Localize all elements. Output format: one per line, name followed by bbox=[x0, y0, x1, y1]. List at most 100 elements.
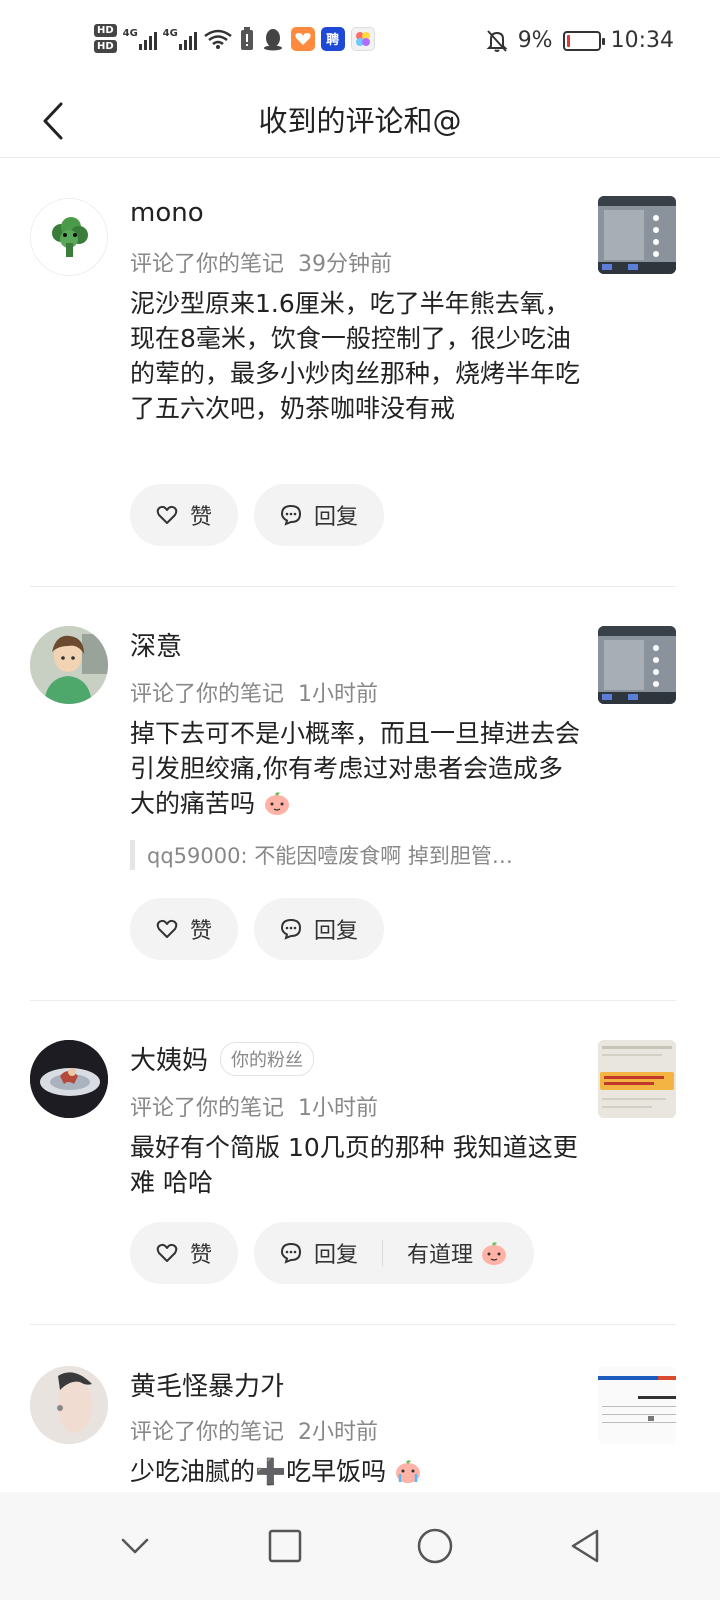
avatar[interactable] bbox=[30, 1366, 108, 1444]
note-thumbnail[interactable] bbox=[598, 1366, 676, 1444]
like-label: 赞 bbox=[190, 1243, 213, 1268]
reply-button[interactable]: 回复 bbox=[254, 898, 385, 960]
heart-icon bbox=[156, 1243, 178, 1262]
quick-reply-label: 有道理 bbox=[407, 1243, 474, 1268]
square-icon bbox=[268, 1529, 302, 1563]
nav-collapse-button[interactable] bbox=[105, 1516, 165, 1576]
status-left: HD HD 4G 4G 聘 bbox=[94, 24, 375, 53]
chevron-down-icon bbox=[121, 1538, 149, 1554]
avatar[interactable] bbox=[30, 198, 108, 276]
comment-text[interactable]: 泥沙型原来1.6厘米，吃了半年熊去氧，现在8毫米，饮食一般控制了，很少吃油的荤的… bbox=[130, 286, 580, 426]
peach-emoji-icon bbox=[482, 1242, 507, 1265]
time-text: 39分钟前 bbox=[298, 252, 393, 277]
clock: 10:34 bbox=[610, 28, 674, 53]
username[interactable]: mono bbox=[130, 198, 204, 228]
nav-recents-button[interactable] bbox=[255, 1516, 315, 1576]
divider bbox=[30, 1000, 676, 1001]
username[interactable]: 大姨妈 你的粉丝 bbox=[130, 1040, 315, 1077]
health-app-icon bbox=[290, 26, 315, 51]
username-text: 黄毛怪暴力가 bbox=[130, 1372, 284, 1402]
chat-bubble-icon bbox=[281, 504, 302, 526]
status-bar: HD HD 4G 4G 聘 9% 10:34 bbox=[0, 0, 720, 84]
reply-label: 回复 bbox=[314, 919, 359, 944]
like-button[interactable]: 赞 bbox=[130, 484, 239, 546]
circle-icon bbox=[417, 1528, 453, 1564]
comment-meta: 评论了你的笔记 2小时前 bbox=[130, 1414, 378, 1446]
quoted-comment[interactable]: qq59000: 不能因噎废食啊 掉到胆管… bbox=[130, 840, 560, 870]
signal-1-icon: 4G bbox=[123, 28, 157, 50]
comment-text-body: 掉下去可不是小概率，而且一旦掉进去会引发胆绞痛,你有考虑过对患者会造成多大的痛苦… bbox=[130, 719, 581, 818]
chat-bubble-icon bbox=[281, 918, 302, 940]
battery-icon bbox=[562, 30, 605, 51]
status-right: 9% 10:34 bbox=[486, 28, 674, 53]
reply-group: 回复 有道理 bbox=[254, 1222, 535, 1284]
top-bar: 收到的评论和@ bbox=[0, 84, 720, 158]
quick-reply-button[interactable]: 有道理 bbox=[407, 1237, 508, 1269]
wifi-icon bbox=[203, 29, 232, 49]
action-text: 评论了你的笔记 bbox=[130, 1420, 285, 1445]
heart-icon bbox=[156, 919, 178, 938]
action-row: 赞 回复 bbox=[130, 898, 385, 960]
username-text: mono bbox=[130, 198, 204, 228]
avatar[interactable] bbox=[30, 626, 108, 704]
time-text: 1小时前 bbox=[298, 1096, 379, 1121]
username-text: 深意 bbox=[130, 632, 183, 662]
heart-icon bbox=[156, 505, 178, 524]
comment-item: 深意 评论了你的笔记 1小时前 掉下去可不是小概率，而且一旦掉进去会引发胆绞痛,你… bbox=[0, 588, 720, 1002]
note-thumbnail[interactable] bbox=[598, 626, 676, 704]
username[interactable]: 深意 bbox=[130, 626, 182, 663]
reply-button[interactable]: 回复 bbox=[254, 484, 385, 546]
gallery-app-icon bbox=[350, 26, 375, 51]
note-thumbnail[interactable] bbox=[598, 196, 676, 274]
chat-bubble-icon bbox=[281, 1242, 302, 1264]
action-text: 评论了你的笔记 bbox=[130, 1096, 285, 1121]
divider bbox=[30, 586, 676, 587]
username[interactable]: 黄毛怪暴力가 bbox=[130, 1366, 284, 1403]
jobs-app-icon: 聘 bbox=[320, 26, 345, 51]
action-text: 评论了你的笔记 bbox=[130, 682, 285, 707]
crying-peach-emoji-icon bbox=[396, 1460, 421, 1483]
nav-home-button[interactable] bbox=[405, 1516, 465, 1576]
comment-text[interactable]: 掉下去可不是小概率，而且一旦掉进去会引发胆绞痛,你有考虑过对患者会造成多大的痛苦… bbox=[130, 716, 580, 821]
page-title: 收到的评论和@ bbox=[258, 104, 462, 138]
comment-item: mono 评论了你的笔记 39分钟前 泥沙型原来1.6厘米，吃了半年熊去氧，现在8… bbox=[0, 158, 720, 588]
net1-label: 4G bbox=[122, 27, 138, 39]
note-thumbnail[interactable] bbox=[598, 1040, 676, 1118]
signal-2-icon: 4G bbox=[163, 28, 197, 50]
avatar[interactable] bbox=[30, 1040, 108, 1118]
comment-meta: 评论了你的笔记 1小时前 bbox=[130, 676, 378, 708]
username-text: 大姨妈 bbox=[130, 1046, 209, 1076]
comment-item: 大姨妈 你的粉丝 评论了你的笔记 1小时前 最好有个简版 10几页的那种 我知道这… bbox=[0, 1002, 720, 1326]
comment-meta: 评论了你的笔记 39分钟前 bbox=[130, 246, 392, 278]
like-button[interactable]: 赞 bbox=[130, 1222, 239, 1284]
nav-back-button[interactable] bbox=[555, 1516, 615, 1576]
action-text: 评论了你的笔记 bbox=[130, 252, 285, 277]
hd-indicators: HD HD bbox=[94, 24, 117, 53]
separator bbox=[382, 1240, 384, 1266]
comment-meta: 评论了你的笔记 1小时前 bbox=[130, 1090, 378, 1122]
action-row: 赞 回复 bbox=[130, 484, 385, 546]
hd1-icon: HD bbox=[94, 24, 117, 37]
hd2-icon: HD bbox=[94, 40, 117, 53]
like-label: 赞 bbox=[190, 919, 213, 944]
like-label: 赞 bbox=[190, 505, 213, 530]
comment-text-body: 少吃油腻的➕吃早饭吗 bbox=[130, 1457, 387, 1486]
system-nav-bar bbox=[0, 1492, 720, 1600]
action-row: 赞 回复 有道理 bbox=[130, 1222, 535, 1284]
net2-label: 4G bbox=[162, 27, 178, 39]
time-text: 1小时前 bbox=[298, 682, 379, 707]
time-text: 2小时前 bbox=[298, 1420, 379, 1445]
like-button[interactable]: 赞 bbox=[130, 898, 239, 960]
comment-text[interactable]: 少吃油腻的➕吃早饭吗 bbox=[130, 1454, 580, 1489]
fan-badge: 你的粉丝 bbox=[220, 1041, 315, 1076]
battery-percent: 9% bbox=[517, 28, 553, 53]
mute-bell-icon bbox=[486, 29, 508, 52]
comment-text[interactable]: 最好有个简版 10几页的那种 我知道这更难 哈哈 bbox=[130, 1130, 580, 1200]
battery-alert-icon bbox=[240, 26, 253, 50]
triangle-back-icon bbox=[571, 1529, 599, 1563]
reply-button[interactable]: 回复 bbox=[314, 1237, 358, 1269]
qq-icon bbox=[263, 28, 282, 50]
divider bbox=[30, 1324, 676, 1325]
comment-item: 黄毛怪暴力가 评论了你的笔记 2小时前 少吃油腻的➕吃早饭吗 bbox=[0, 1326, 720, 1496]
reply-label: 回复 bbox=[314, 505, 359, 530]
